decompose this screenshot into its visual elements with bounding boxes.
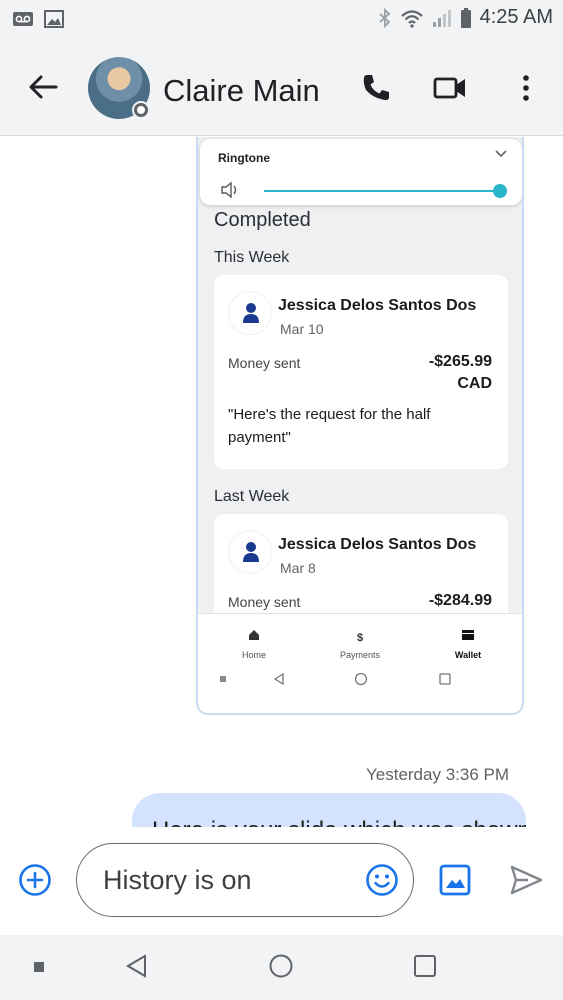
nav-tab-payments: $ Payments bbox=[320, 628, 400, 660]
wallet-icon bbox=[462, 630, 474, 640]
emoji-icon[interactable] bbox=[365, 863, 399, 897]
ringtone-title: Ringtone bbox=[218, 151, 270, 165]
nav-tab-wallet: Wallet bbox=[428, 628, 508, 660]
transaction-recipient: Jessica Delos Santos Dos bbox=[278, 297, 477, 314]
system-navigation-bar bbox=[0, 935, 563, 1000]
nav-tab-home-label: Home bbox=[241, 650, 266, 660]
status-bar: 4:25 AM bbox=[0, 0, 563, 40]
ringtone-volume-panel: Ringtone bbox=[200, 139, 522, 205]
transaction-date: Mar 10 bbox=[280, 321, 324, 337]
speaker-icon bbox=[221, 181, 237, 199]
messages-screen: 4:25 AM Claire Main Ringtone Completed T… bbox=[0, 0, 563, 1000]
outgoing-message-bubble[interactable]: Here is your slide which was shown bbox=[132, 793, 526, 827]
message-input[interactable]: History is on bbox=[76, 843, 414, 917]
transaction-date: Mar 8 bbox=[280, 560, 316, 576]
image-attachment[interactable]: Ringtone Completed This Week Jessica Del… bbox=[196, 137, 524, 715]
wallet-bottom-nav: Home $ Payments Wallet bbox=[198, 613, 522, 713]
system-back-icon[interactable] bbox=[124, 953, 150, 979]
back-arrow-icon[interactable] bbox=[26, 70, 60, 104]
image-icon bbox=[44, 10, 64, 28]
message-timestamp: Yesterday 3:36 PM bbox=[365, 765, 509, 784]
chevron-down-icon bbox=[495, 150, 507, 158]
transaction-card: Jessica Delos Santos Dos Mar 10 Money se… bbox=[214, 275, 508, 469]
person-icon bbox=[243, 303, 259, 323]
transaction-currency: CAD bbox=[457, 375, 492, 392]
recents-dot-icon bbox=[220, 676, 226, 682]
nav-tab-wallet-label: Wallet bbox=[454, 650, 482, 660]
home-icon bbox=[249, 630, 259, 640]
clock: 4:25 AM bbox=[479, 6, 553, 28]
transaction-type: Money sent bbox=[228, 594, 301, 610]
transaction-note: "Here's the request for the half payment… bbox=[228, 406, 431, 446]
battery-icon bbox=[460, 7, 471, 28]
outgoing-message-text: Here is your slide which was shown bbox=[152, 817, 526, 827]
person-icon bbox=[243, 542, 259, 562]
home-circle-icon bbox=[354, 672, 368, 686]
volume-slider-thumb bbox=[493, 184, 507, 198]
contact-name[interactable]: Claire Main bbox=[163, 73, 320, 109]
nav-tab-payments-label: Payments bbox=[339, 650, 381, 660]
section-label-this-week: This Week bbox=[214, 249, 290, 266]
gallery-icon[interactable] bbox=[438, 863, 472, 897]
voicemail-icon bbox=[13, 12, 33, 26]
transaction-type: Money sent bbox=[228, 355, 301, 371]
dollar-icon: $ bbox=[356, 632, 364, 644]
bluetooth-icon bbox=[379, 7, 390, 28]
video-icon[interactable] bbox=[432, 70, 468, 106]
completed-heading: Completed bbox=[214, 209, 311, 231]
message-list[interactable]: Ringtone Completed This Week Jessica Del… bbox=[0, 137, 563, 827]
person-avatar bbox=[228, 291, 272, 335]
person-avatar bbox=[228, 530, 272, 574]
send-icon[interactable] bbox=[508, 863, 544, 897]
more-vert-icon[interactable] bbox=[508, 70, 544, 106]
section-label-last-week: Last Week bbox=[214, 488, 290, 505]
volume-track bbox=[264, 190, 500, 192]
message-input-placeholder: History is on bbox=[103, 865, 252, 895]
transaction-amount: -$284.99 bbox=[428, 592, 492, 609]
system-home-icon[interactable] bbox=[268, 953, 294, 979]
wifi-icon bbox=[400, 9, 423, 28]
transaction-amount: -$265.99 bbox=[428, 353, 492, 370]
presence-badge bbox=[132, 101, 150, 119]
conversation-header: Claire Main bbox=[0, 40, 563, 136]
back-triangle-icon bbox=[273, 672, 284, 686]
add-circle-icon[interactable] bbox=[18, 863, 52, 897]
nav-tab-home: Home bbox=[214, 628, 294, 660]
overview-square-icon bbox=[439, 673, 451, 685]
signal-icon bbox=[432, 9, 451, 27]
phone-icon[interactable] bbox=[358, 70, 394, 106]
compose-bar: History is on bbox=[0, 827, 563, 935]
transaction-amount-block: -$265.99 CAD bbox=[429, 351, 492, 395]
recents-dot-icon bbox=[34, 962, 44, 972]
system-overview-icon[interactable] bbox=[412, 953, 438, 979]
transaction-recipient: Jessica Delos Santos Dos bbox=[278, 536, 477, 553]
